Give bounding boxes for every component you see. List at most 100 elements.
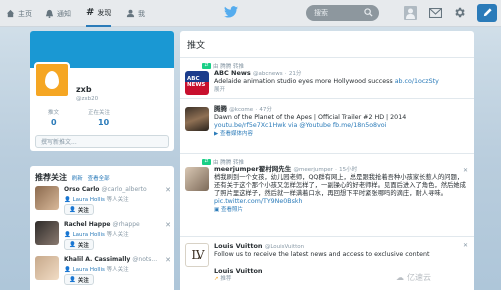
view-all-link[interactable]: 查看全部 bbox=[88, 176, 110, 182]
tweet-text-content: 梢我刷到一个女孩，幼儿园老师，QQ群有网上，总是跟我抢着吾种小孩家长惹人的问题，… bbox=[214, 174, 466, 197]
tweet-handle: @LouisVuitton bbox=[264, 244, 305, 250]
follow-button[interactable]: 👤 关注 bbox=[64, 239, 94, 250]
avatar[interactable]: ABC NEWS bbox=[185, 71, 209, 95]
promoted-label: 推荐 bbox=[220, 276, 232, 282]
suggestion-name-text: Rachel Happe bbox=[64, 221, 111, 228]
follow-button[interactable]: 👤 关注 bbox=[64, 204, 94, 215]
retweet-icon: ⇄ bbox=[202, 159, 211, 165]
tweet-author[interactable]: meerjumper翟村网先生 @meerjumper · 15小时 bbox=[214, 165, 466, 174]
tweet-author[interactable]: ABC News @abcnews · 21分 bbox=[214, 69, 466, 78]
followed-by-suffix: 等人关注 bbox=[106, 232, 129, 238]
nav-home[interactable]: 主页 bbox=[6, 0, 32, 27]
refresh-link[interactable]: 刷新 bbox=[72, 176, 83, 182]
suggestion-name[interactable]: Rachel Happe @rhappe bbox=[64, 221, 140, 228]
stat-tweets[interactable]: 推文 0 bbox=[48, 108, 59, 127]
tweet-link[interactable]: ab.co/1oczSty bbox=[395, 78, 439, 85]
tweet-author[interactable]: 腾腾 @kcome · 47分 bbox=[214, 105, 466, 114]
follow-button[interactable]: 👤 关注 bbox=[64, 274, 94, 285]
stat-following-value: 10 bbox=[98, 118, 110, 127]
suggestion-name-text: Orso Carlo bbox=[64, 186, 100, 193]
suggestion-handle: @nots... bbox=[132, 256, 158, 263]
tweet-handle: @kcome bbox=[229, 107, 254, 113]
tweet[interactable]: ⇄ 由 腾腾 转推 meerjumper翟村网先生 @meerjumper · … bbox=[180, 155, 474, 235]
tweet-action[interactable]: ▣ 查看照片 bbox=[214, 206, 466, 214]
avatar[interactable] bbox=[35, 256, 59, 280]
tweet-time[interactable]: 15小时 bbox=[339, 167, 357, 173]
followed-by-note: 👤 Laura Hollis 等人关注 bbox=[64, 197, 129, 203]
bell-icon bbox=[45, 9, 54, 18]
compose-tweet-button[interactable] bbox=[477, 4, 497, 22]
photo-icon: ▣ bbox=[214, 207, 221, 213]
avatar[interactable] bbox=[185, 167, 209, 191]
close-icon[interactable]: ✕ bbox=[463, 242, 468, 249]
tweet-author-name: 腾腾 bbox=[214, 105, 227, 113]
retweet-icon: ⇄ bbox=[202, 63, 211, 69]
nav-notifications[interactable]: 通知 bbox=[45, 0, 71, 27]
suggestion-item: Khalil A. Cassimally @nots... 👤 Laura Ho… bbox=[35, 256, 171, 290]
tweet-link[interactable]: youtu.be/rf5e7Xc1Hwk via @Youtube fb.me/… bbox=[214, 122, 466, 130]
tweet-author-name: Louis Vuitton bbox=[214, 242, 263, 250]
suggestion-name[interactable]: Orso Carlo @carlo_alberto bbox=[64, 186, 147, 193]
tweet[interactable]: 腾腾 @kcome · 47分 Dawn of the Planet of th… bbox=[180, 101, 474, 141]
suggestion-handle: @rhappe bbox=[112, 221, 140, 228]
dismiss-icon[interactable]: ✕ bbox=[165, 256, 171, 264]
timeline: 推文 ⇄ 由 腾腾 转推 ABC NEWS ABC News @abcnews ·… bbox=[180, 31, 474, 290]
account-avatar-icon[interactable] bbox=[404, 6, 417, 22]
tweet-action-label: 查看媒体内容 bbox=[219, 131, 253, 137]
tweet-action[interactable]: ▶ 查看媒体内容 bbox=[214, 130, 466, 138]
stat-following[interactable]: 正在关注 10 bbox=[88, 108, 110, 127]
close-icon[interactable]: ✕ bbox=[463, 167, 468, 174]
nav-notifications-label: 通知 bbox=[57, 9, 71, 18]
tweet-time[interactable]: 21分 bbox=[289, 71, 302, 77]
follow-button-label: 关注 bbox=[77, 207, 89, 214]
top-navigation-bar: 主页 通知 # 发现 我 搜索 bbox=[0, 0, 501, 27]
tweet[interactable]: ⇄ 由 腾腾 转推 ABC NEWS ABC News @abcnews · 21… bbox=[180, 59, 474, 95]
suggestion-name-text: Khalil A. Cassimally bbox=[64, 256, 131, 263]
tweet-handle: @meerjumper bbox=[293, 167, 333, 173]
nav-discover-label: 发现 bbox=[97, 8, 112, 17]
avatar[interactable]: LV bbox=[185, 243, 209, 267]
followed-by-link[interactable]: Laura Hollis bbox=[73, 267, 105, 273]
suggestion-name[interactable]: Khalil A. Cassimally @nots... bbox=[64, 256, 157, 263]
avatar[interactable] bbox=[185, 107, 209, 131]
who-to-follow-card: 推荐关注 刷新 查看全部 Orso Carlo @carlo_alberto 👤… bbox=[30, 166, 174, 290]
compose-placeholder: 撰写新推文... bbox=[41, 139, 77, 146]
suggestion-item: Rachel Happe @rhappe 👤 Laura Hollis 等人关注… bbox=[35, 221, 171, 255]
follow-person-icon: 👤 bbox=[69, 206, 76, 213]
who-to-follow-header: 推荐关注 刷新 查看全部 bbox=[35, 172, 110, 183]
who-to-follow-title: 推荐关注 bbox=[35, 173, 67, 182]
followed-by-note: 👤 Laura Hollis 等人关注 bbox=[64, 267, 129, 273]
tweet-text: 梢我刷到一个女孩，幼儿园老师，QQ群有网上，总是跟我抢着吾种小孩家长惹人的问题，… bbox=[214, 174, 466, 206]
tweet-link[interactable]: pic.twitter.com/TY9Ne0Bskh bbox=[214, 198, 303, 205]
dismiss-icon[interactable]: ✕ bbox=[165, 221, 171, 229]
watermark-cloud-icon: ☁ bbox=[396, 272, 404, 282]
tweet-text-content: Adelaide animation studio eyes more Holl… bbox=[214, 78, 393, 85]
timeline-title: 推文 bbox=[187, 41, 206, 51]
avatar[interactable] bbox=[35, 186, 59, 210]
twitter-bird-icon[interactable] bbox=[224, 6, 238, 20]
avatar[interactable] bbox=[35, 221, 59, 245]
followed-by-link[interactable]: Laura Hollis bbox=[73, 197, 105, 203]
followed-by-suffix: 等人关注 bbox=[106, 267, 129, 273]
egg-avatar-icon bbox=[45, 71, 59, 89]
search-input[interactable]: 搜索 bbox=[306, 5, 379, 21]
tweet-author[interactable]: Louis Vuitton @LouisVuitton bbox=[214, 242, 466, 251]
followed-by-link[interactable]: Laura Hollis bbox=[73, 232, 105, 238]
profile-name[interactable]: zxb bbox=[76, 85, 92, 94]
dismiss-icon[interactable]: ✕ bbox=[165, 186, 171, 194]
tweet-action[interactable]: 展开 bbox=[214, 86, 466, 94]
tweet-time[interactable]: 47分 bbox=[259, 107, 272, 113]
nav-discover[interactable]: # 发现 bbox=[86, 0, 112, 27]
tweet-text: Adelaide animation studio eyes more Holl… bbox=[214, 78, 466, 86]
nav-home-label: 主页 bbox=[18, 9, 32, 18]
watermark-text: 亿速云 bbox=[407, 272, 431, 282]
nav-me[interactable]: 我 bbox=[126, 0, 145, 27]
suggestion-item: Orso Carlo @carlo_alberto 👤 Laura Hollis… bbox=[35, 186, 171, 220]
avatar[interactable] bbox=[34, 62, 70, 98]
search-icon[interactable] bbox=[364, 8, 373, 19]
gear-icon[interactable] bbox=[453, 6, 466, 21]
compose-tweet-input[interactable]: 撰写新推文... bbox=[35, 135, 169, 148]
louis-vuitton-logo-icon: LV bbox=[191, 248, 204, 262]
envelope-icon[interactable] bbox=[428, 7, 443, 20]
stat-tweets-label: 推文 bbox=[48, 110, 60, 116]
